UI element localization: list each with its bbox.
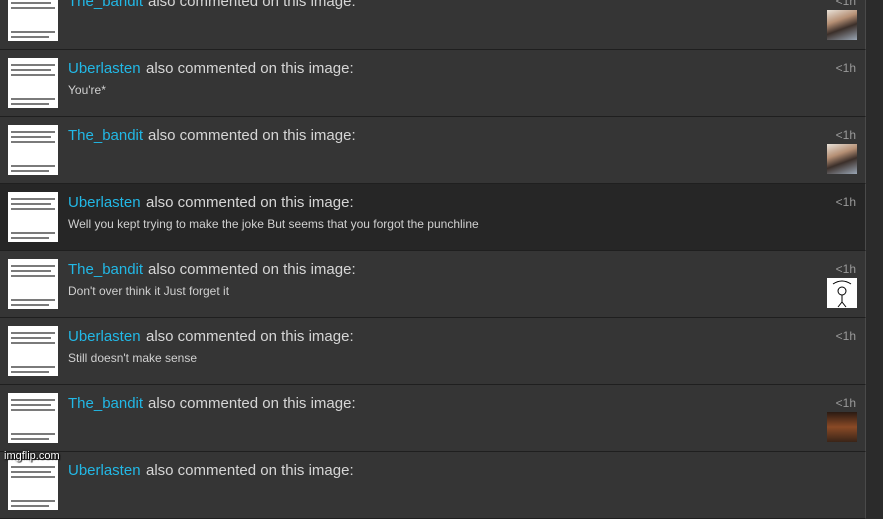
user-avatar[interactable] bbox=[8, 125, 58, 175]
user-avatar[interactable] bbox=[8, 259, 58, 309]
comment-text: Don't over think it Just forget it bbox=[68, 284, 230, 298]
comment-time: <1h bbox=[835, 329, 856, 343]
stick-figure-icon bbox=[832, 280, 852, 308]
comment-row: Uberlasten also commented on this image: <… bbox=[0, 318, 866, 385]
username-link[interactable]: The_bandit bbox=[68, 261, 143, 278]
comment-time: <1h bbox=[835, 128, 856, 142]
comment-time: <1h bbox=[835, 195, 856, 209]
comment-time: <1h bbox=[835, 396, 856, 410]
comment-text: Well you kept trying to make the joke Bu… bbox=[68, 217, 479, 231]
username-link[interactable]: The_bandit bbox=[68, 127, 143, 144]
comment-row: The_bandit also commented on this image: <… bbox=[0, 385, 866, 452]
image-thumbnail[interactable] bbox=[827, 144, 857, 174]
user-avatar[interactable] bbox=[8, 393, 58, 443]
comment-row: Uberlasten also commented on this image: <… bbox=[0, 50, 866, 117]
also-commented-text: also commented on this image: bbox=[148, 261, 356, 278]
comment-text: Still doesn't make sense bbox=[68, 351, 198, 365]
also-commented-text: also commented on this image: bbox=[146, 328, 354, 345]
username-link[interactable]: Uberlasten bbox=[68, 328, 141, 345]
comment-feed: The_bandit also commented on this image: <… bbox=[0, 0, 866, 519]
username-link[interactable]: The_bandit bbox=[68, 0, 143, 10]
username-link[interactable]: The_bandit bbox=[68, 395, 143, 412]
comment-text: You're* bbox=[68, 83, 106, 97]
comment-row: The_bandit also commented on this image: <… bbox=[0, 251, 866, 318]
comment-time: <1h bbox=[835, 262, 856, 276]
user-avatar[interactable] bbox=[8, 326, 58, 376]
also-commented-text: also commented on this image: bbox=[146, 60, 354, 77]
image-thumbnail[interactable] bbox=[827, 10, 857, 40]
image-thumbnail[interactable] bbox=[827, 278, 857, 308]
also-commented-text: also commented on this image: bbox=[148, 0, 356, 10]
user-avatar[interactable] bbox=[8, 192, 58, 242]
username-link[interactable]: Uberlasten bbox=[68, 60, 141, 77]
comment-row: The_bandit also commented on this image: <… bbox=[0, 117, 866, 184]
user-avatar[interactable] bbox=[8, 460, 58, 510]
username-link[interactable]: Uberlasten bbox=[68, 194, 141, 211]
also-commented-text: also commented on this image: bbox=[148, 395, 356, 412]
comment-time: <1h bbox=[835, 61, 856, 75]
also-commented-text: also commented on this image: bbox=[146, 194, 354, 211]
watermark: imgflip.com bbox=[4, 450, 60, 462]
also-commented-text: also commented on this image: bbox=[148, 127, 356, 144]
user-avatar[interactable] bbox=[8, 0, 58, 41]
comment-row: Uberlasten also commented on this image: bbox=[0, 452, 866, 519]
comment-row: The_bandit also commented on this image: <… bbox=[0, 0, 866, 50]
image-thumbnail[interactable] bbox=[827, 412, 857, 442]
comment-row: Uberlasten also commented on this image: <… bbox=[0, 184, 866, 251]
comment-time: <1h bbox=[835, 0, 856, 8]
user-avatar[interactable] bbox=[8, 58, 58, 108]
